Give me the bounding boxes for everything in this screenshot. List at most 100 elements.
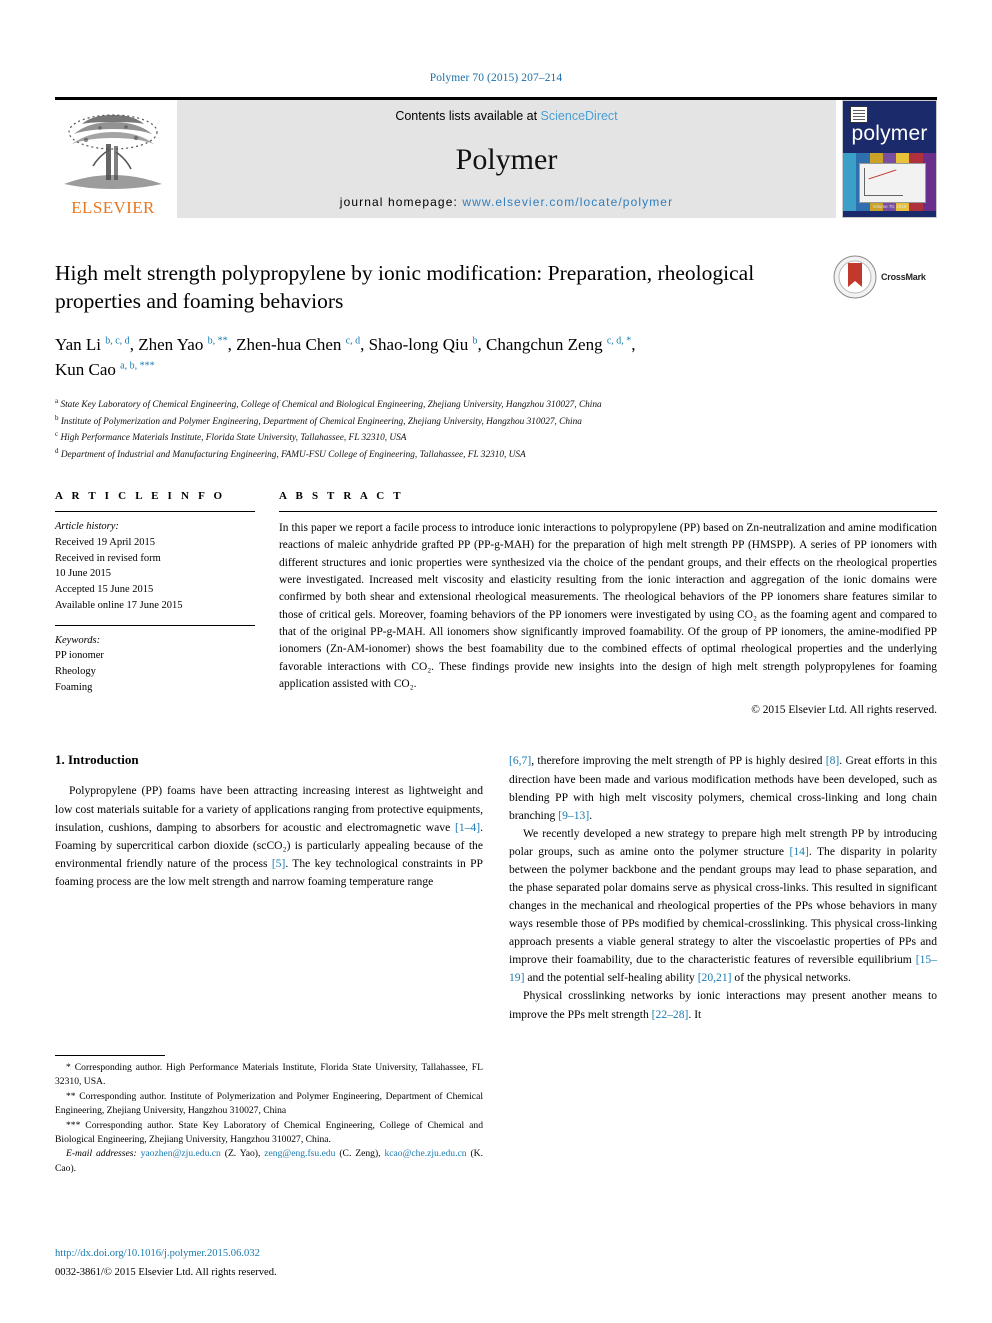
- elsevier-logo: ELSEVIER: [55, 100, 171, 218]
- citation-link[interactable]: [22–28]: [652, 1008, 689, 1021]
- footnote-block: * Corresponding author. High Performance…: [55, 1055, 483, 1176]
- cover-logo-icon: [850, 106, 868, 123]
- intro-paragraph-2: We recently developed a new strategy to …: [509, 825, 937, 988]
- contents-available-line: Contents lists available at ScienceDirec…: [395, 109, 617, 123]
- abstract-copyright: © 2015 Elsevier Ltd. All rights reserved…: [751, 704, 937, 717]
- cover-footer-text: Volume 70, 2015: [872, 204, 907, 210]
- footnote-corresponding-3: *** Corresponding author. State Key Labo…: [55, 1119, 483, 1145]
- article-info-heading: A R T I C L E I N F O: [55, 490, 226, 503]
- author-name: Changchun Zeng: [485, 334, 603, 354]
- footnote-divider: [55, 1055, 165, 1056]
- paragraph-text: , therefore improving the melt strength …: [531, 754, 826, 768]
- footnote-corresponding-2: ** Corresponding author. Institute of Po…: [55, 1090, 483, 1117]
- keyword-item: PP ionomer: [55, 650, 104, 662]
- info-abstract-block: A R T I C L E I N F O Article history: R…: [55, 490, 937, 716]
- body-column-right: [6,7], therefore improving the melt stre…: [509, 752, 937, 1023]
- affiliation-mark: c: [55, 430, 59, 439]
- footnote-corresponding-1: * Corresponding author. High Performance…: [55, 1062, 483, 1088]
- title-block: High melt strength polypropylene by ioni…: [55, 255, 937, 462]
- contents-prefix: Contents lists available at: [395, 109, 541, 123]
- affiliation-item: c High Performance Materials Institute, …: [55, 429, 937, 446]
- affiliation-text: High Performance Materials Institute, Fl…: [60, 433, 407, 444]
- citation-link[interactable]: [9–13]: [558, 809, 589, 822]
- intro-paragraph-1: Polypropylene (PP) foams have been attra…: [55, 782, 483, 890]
- affiliation-text: Institute of Polymerization and Polymer …: [60, 416, 582, 427]
- journal-article-page: Polymer 70 (2015) 207–214 ELSEVIER Conte…: [0, 0, 992, 1323]
- email-owner: (Z. Yao),: [220, 1148, 265, 1160]
- email-link[interactable]: yaozhen@zju.edu.cn: [141, 1148, 221, 1159]
- abstract-text: In this paper we report a facile process…: [279, 522, 937, 691]
- author-name: Yan Li: [55, 334, 101, 354]
- affiliation-mark: b: [55, 413, 59, 422]
- running-head: Polymer 70 (2015) 207–214: [429, 72, 563, 84]
- keyword-item: Rheology: [55, 666, 96, 678]
- email-link[interactable]: zeng@eng.fsu.edu: [264, 1148, 335, 1159]
- journal-masthead: ELSEVIER Contents lists available at Sci…: [55, 97, 937, 218]
- sciencedirect-link[interactable]: ScienceDirect: [541, 109, 618, 123]
- homepage-prefix: journal homepage:: [339, 195, 463, 209]
- abstract-heading: A B S T R A C T: [279, 490, 404, 503]
- cover-inset-figure: [859, 163, 926, 203]
- paragraph-text: .: [589, 808, 593, 822]
- citation-link[interactable]: [5]: [272, 857, 286, 870]
- issn-copyright-line: 0032-3861/© 2015 Elsevier Ltd. All right…: [55, 1266, 277, 1278]
- keywords-label: Keywords:: [55, 634, 101, 646]
- affiliation-item: b Institute of Polymerization and Polyme…: [55, 413, 937, 430]
- journal-title: Polymer: [455, 143, 558, 176]
- affiliation-text: Department of Industrial and Manufacturi…: [60, 449, 526, 460]
- citation-link[interactable]: [14]: [790, 845, 809, 858]
- affiliation-item: a State Key Laboratory of Chemical Engin…: [55, 396, 937, 413]
- footnote-emails: E-mail addresses: yaozhen@zju.edu.cn (Z.…: [55, 1147, 483, 1176]
- affiliation-text: State Key Laboratory of Chemical Enginee…: [60, 400, 602, 411]
- author-marks: b, c, d: [105, 335, 130, 347]
- affiliation-item: d Department of Industrial and Manufactu…: [55, 446, 937, 463]
- elsevier-tree-icon: [62, 110, 164, 198]
- keywords-block: Keywords: PP ionomer Rheology Foaming: [55, 626, 255, 696]
- author-marks: c, d: [345, 335, 361, 347]
- crossmark-badge[interactable]: CrossMark: [833, 254, 937, 300]
- history-item: Received in revised form: [55, 552, 161, 564]
- author-name: Kun Cao: [55, 359, 116, 379]
- intro-paragraph-1-cont: [6,7], therefore improving the melt stre…: [509, 752, 937, 824]
- elsevier-wordmark: ELSEVIER: [71, 198, 155, 217]
- paragraph-text: Physical crosslinking networks by ionic …: [509, 989, 937, 1021]
- paragraph-text: and the potential self-healing ability: [524, 971, 698, 985]
- history-item: 10 June 2015: [55, 568, 111, 580]
- journal-homepage-link[interactable]: www.elsevier.com/locate/polymer: [462, 195, 673, 209]
- affiliation-mark: d: [55, 446, 59, 455]
- cover-title: polymer: [851, 122, 928, 145]
- journal-cover-thumbnail: polymer Volume 70, 2015: [842, 100, 937, 218]
- citation-link[interactable]: [6,7]: [509, 754, 531, 767]
- abstract-column: A B S T R A C T In this paper we report …: [279, 490, 937, 716]
- article-body: 1. Introduction Polypropylene (PP) foams…: [55, 752, 937, 1023]
- footer-doi-block: http://dx.doi.org/10.1016/j.polymer.2015…: [55, 1246, 495, 1281]
- paragraph-text: Polypropylene (PP) foams have been attra…: [55, 784, 483, 834]
- history-item: Accepted 15 June 2015: [55, 584, 154, 596]
- author-marks: c, d, *: [606, 335, 632, 347]
- journal-banner: Contents lists available at ScienceDirec…: [177, 100, 836, 218]
- citation-link[interactable]: [8]: [826, 754, 840, 767]
- article-history-label: Article history:: [55, 521, 119, 533]
- affiliation-mark: a: [55, 397, 59, 406]
- journal-homepage-line: journal homepage: www.elsevier.com/locat…: [340, 195, 673, 209]
- body-column-left: 1. Introduction Polypropylene (PP) foams…: [55, 752, 483, 1023]
- crossmark-icon: [833, 255, 877, 299]
- author-name: Zhen-hua Chen: [236, 334, 342, 354]
- keyword-item: Foaming: [55, 681, 93, 693]
- history-item: Received 19 April 2015: [55, 536, 156, 548]
- author-name: Shao-long Qiu: [368, 334, 469, 354]
- email-link[interactable]: kcao@che.zju.edu.cn: [384, 1148, 466, 1159]
- paragraph-text: of the physical networks.: [731, 971, 851, 985]
- intro-paragraph-3: Physical crosslinking networks by ionic …: [509, 987, 937, 1023]
- article-info-column: A R T I C L E I N F O Article history: R…: [55, 490, 255, 716]
- author-name: Zhen Yao: [138, 334, 204, 354]
- email-owner: (C. Zeng),: [335, 1148, 385, 1160]
- author-marks: a, b, ***: [120, 359, 155, 371]
- citation-link[interactable]: [1–4]: [455, 821, 480, 834]
- affiliation-list: a State Key Laboratory of Chemical Engin…: [55, 396, 937, 462]
- email-addresses-label: E-mail addresses:: [66, 1148, 137, 1160]
- author-marks: b, **: [207, 335, 228, 347]
- citation-link[interactable]: [20,21]: [698, 971, 732, 984]
- doi-link[interactable]: http://dx.doi.org/10.1016/j.polymer.2015…: [55, 1246, 495, 1262]
